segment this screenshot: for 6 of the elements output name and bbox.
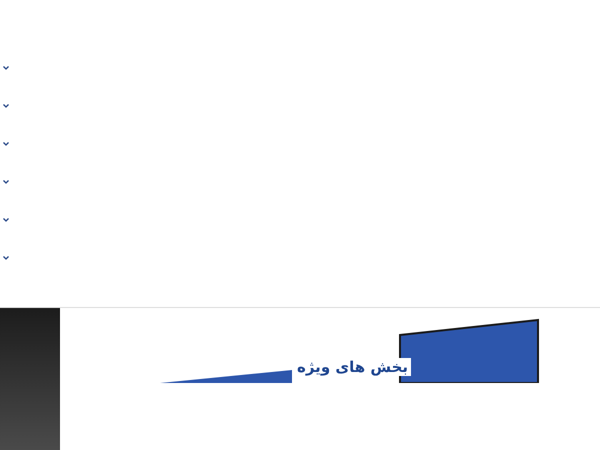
chevron-icon[interactable] — [3, 104, 9, 108]
chevron-icon[interactable] — [3, 180, 9, 184]
chevron-icon[interactable] — [3, 218, 9, 222]
chevron-icon[interactable] — [3, 66, 9, 70]
chevron-icon[interactable] — [3, 142, 9, 146]
chevron-icon[interactable] — [3, 256, 9, 260]
